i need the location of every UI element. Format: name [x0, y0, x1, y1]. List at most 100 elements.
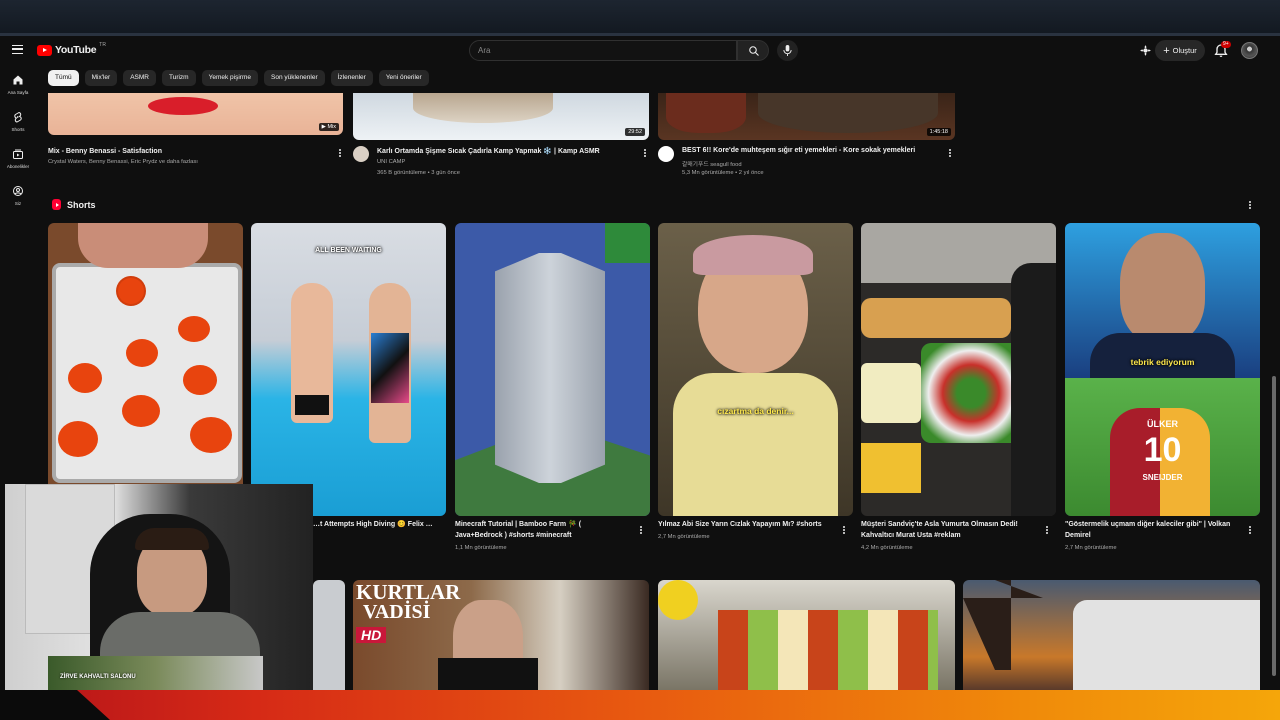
short-card-5[interactable]: [861, 223, 1056, 516]
sidebar-item-you[interactable]: Siz: [0, 185, 36, 206]
home-icon: [13, 75, 23, 85]
tower-building-shape: [495, 253, 605, 483]
chip-new-recommendations[interactable]: Yeni öneriler: [378, 70, 429, 86]
more-options-icon[interactable]: [841, 525, 847, 535]
subscriptions-icon: [13, 149, 23, 159]
shelf-more-options-icon[interactable]: [1247, 200, 1253, 210]
chip-tourism[interactable]: Turizm: [161, 70, 196, 86]
menu-icon[interactable]: [12, 45, 23, 54]
more-options-icon[interactable]: [642, 148, 648, 158]
streamer-webcam-overlay: ZİRVE KAHVALTI SALONU: [5, 484, 313, 690]
page-scrollbar[interactable]: [1272, 376, 1276, 676]
kurtlar-title-line1: KURTLAR: [356, 580, 461, 604]
video-meta: 365 B görüntüleme • 3 gün önce: [377, 170, 460, 176]
chip-recent[interactable]: Son yüklenenler: [264, 70, 325, 86]
short-views: 2,7 Mn görüntüleme: [658, 534, 710, 540]
short-card-2[interactable]: ALL BEEN WAITING: [251, 223, 446, 516]
short-title[interactable]: "Göstermelik uçmam diğer kaleciler gibi"…: [1065, 520, 1245, 541]
video-channel[interactable]: 갈매기푸드 seagull food: [682, 159, 742, 168]
cast-extension-icon[interactable]: [1139, 44, 1152, 57]
kurtlar-title-line2: VADİSİ: [363, 601, 431, 623]
youtube-logo[interactable]: YouTube TR: [37, 42, 106, 56]
yolk-shape: [190, 417, 232, 453]
short-card-1[interactable]: [48, 223, 243, 516]
streamer-hair-shape: [135, 528, 209, 550]
camper-van-shape: [1073, 600, 1260, 690]
chip-watched[interactable]: İzlenenler: [330, 70, 373, 86]
tree-shape: [963, 580, 1043, 670]
video-title[interactable]: Karlı Ortamda Şişme Sıcak Çadırla Kamp Y…: [377, 147, 600, 155]
youtube-play-icon: [37, 44, 52, 56]
chip-mixes[interactable]: Mix'ler: [84, 70, 118, 86]
swimsuit-shape: [371, 333, 409, 403]
jersey-player: SNEIJDER: [1142, 473, 1183, 482]
chef-shape: [1011, 263, 1056, 516]
youtube-app: YouTube TR + Oluştur 9+ Ana Sayfa Shorts: [0, 36, 1280, 690]
suit-shape: [1090, 333, 1235, 378]
yolk-shape: [58, 421, 98, 457]
sidebar-label-you: Siz: [14, 201, 22, 206]
logo-country: TR: [99, 42, 106, 48]
more-options-icon[interactable]: [337, 148, 343, 158]
actor-suit-shape: [438, 658, 538, 690]
search-icon: [749, 46, 759, 56]
video-thumbnail-kurtlar[interactable]: KURTLAR VADİSİ HD: [353, 580, 649, 690]
mix-badge-label: Mix: [327, 124, 336, 130]
video-thumbnail[interactable]: 1:45:18: [658, 93, 955, 140]
tree-shape: [605, 223, 650, 263]
chip-asmr[interactable]: ASMR: [123, 70, 156, 86]
video-thumbnail-breakfast[interactable]: [658, 580, 955, 690]
yolk-shape: [118, 278, 144, 304]
chip-cooking[interactable]: Yemek pişirme: [201, 70, 258, 86]
video-meta: 5,3 Mn görüntüleme • 2 yıl önce: [682, 170, 764, 176]
sidebar-item-shorts[interactable]: Shorts: [0, 111, 36, 132]
bread-shape: [861, 298, 1011, 338]
hand-shape: [78, 223, 208, 268]
hd-badge: HD: [356, 627, 387, 643]
video-title[interactable]: Mix - Benny Benassi - Satisfaction: [48, 148, 162, 155]
chip-all[interactable]: Tümü: [48, 70, 79, 86]
account-avatar[interactable]: [1241, 42, 1258, 59]
shorts-heading: Shorts: [67, 199, 96, 210]
plus-icon: +: [1163, 44, 1170, 57]
video-thumbnail-camper[interactable]: [963, 580, 1260, 690]
short-card-4[interactable]: cızartma da denir...: [658, 223, 853, 516]
jersey-name: ÜLKER: [1147, 419, 1178, 429]
shorts-shelf-header: Shorts: [52, 199, 96, 210]
voice-search-button[interactable]: [777, 40, 798, 61]
search-input[interactable]: [478, 46, 728, 55]
short-card-6[interactable]: tebrik ediyorum ÜLKER 10 SNEIJDER: [1065, 223, 1260, 516]
video-channel[interactable]: Crystal Waters, Benny Benassi, Eric Pryd…: [48, 159, 198, 165]
more-options-icon[interactable]: [1044, 525, 1050, 535]
video-thumbnail[interactable]: ▶ Mix: [48, 93, 343, 135]
sidebar-label-subscriptions: Abonelikler: [6, 164, 30, 169]
video-thumbnail[interactable]: 29:52: [353, 93, 649, 140]
channel-avatar[interactable]: [353, 146, 369, 162]
sidebar-item-home[interactable]: Ana Sayfa: [0, 74, 36, 95]
yolk-shape: [126, 339, 158, 367]
more-options-icon[interactable]: [1247, 525, 1253, 535]
short-title[interactable]: …t Attempts High Diving 😊 Felix …: [313, 520, 443, 531]
more-options-icon[interactable]: [638, 525, 644, 535]
headscarf-shape: [693, 235, 813, 275]
face-shape: [1120, 233, 1205, 343]
shorts-icon: [14, 111, 22, 123]
create-button[interactable]: + Oluştur: [1155, 40, 1205, 61]
stream-frame-top: [0, 0, 1280, 36]
video-thumbnail[interactable]: [313, 580, 345, 690]
video-channel[interactable]: UNI CAMP: [377, 159, 405, 165]
you-icon: [13, 186, 23, 196]
search-button[interactable]: [737, 40, 769, 61]
more-options-icon[interactable]: [947, 148, 953, 158]
short-title[interactable]: Müşteri Sandviç'te Asla Yumurta Olmasın …: [861, 520, 1039, 541]
search-box[interactable]: [469, 40, 737, 61]
sidebar-item-subscriptions[interactable]: Abonelikler: [0, 148, 36, 169]
channel-avatar[interactable]: [658, 146, 674, 162]
short-title[interactable]: Minecraft Tutorial | Bamboo Farm 🎋 ( Jav…: [455, 520, 630, 541]
yolk-shape: [178, 316, 210, 342]
short-title[interactable]: Yılmaz Abi Size Yarın Cızlak Yapayım Mı?…: [658, 520, 836, 531]
short-card-3[interactable]: [455, 223, 650, 516]
video-title[interactable]: BEST 6!! Kore'de muhteşem sığır eti yeme…: [682, 147, 915, 154]
short-caption: ALL BEEN WAITING: [315, 247, 382, 254]
ticker-strip: [48, 656, 263, 690]
